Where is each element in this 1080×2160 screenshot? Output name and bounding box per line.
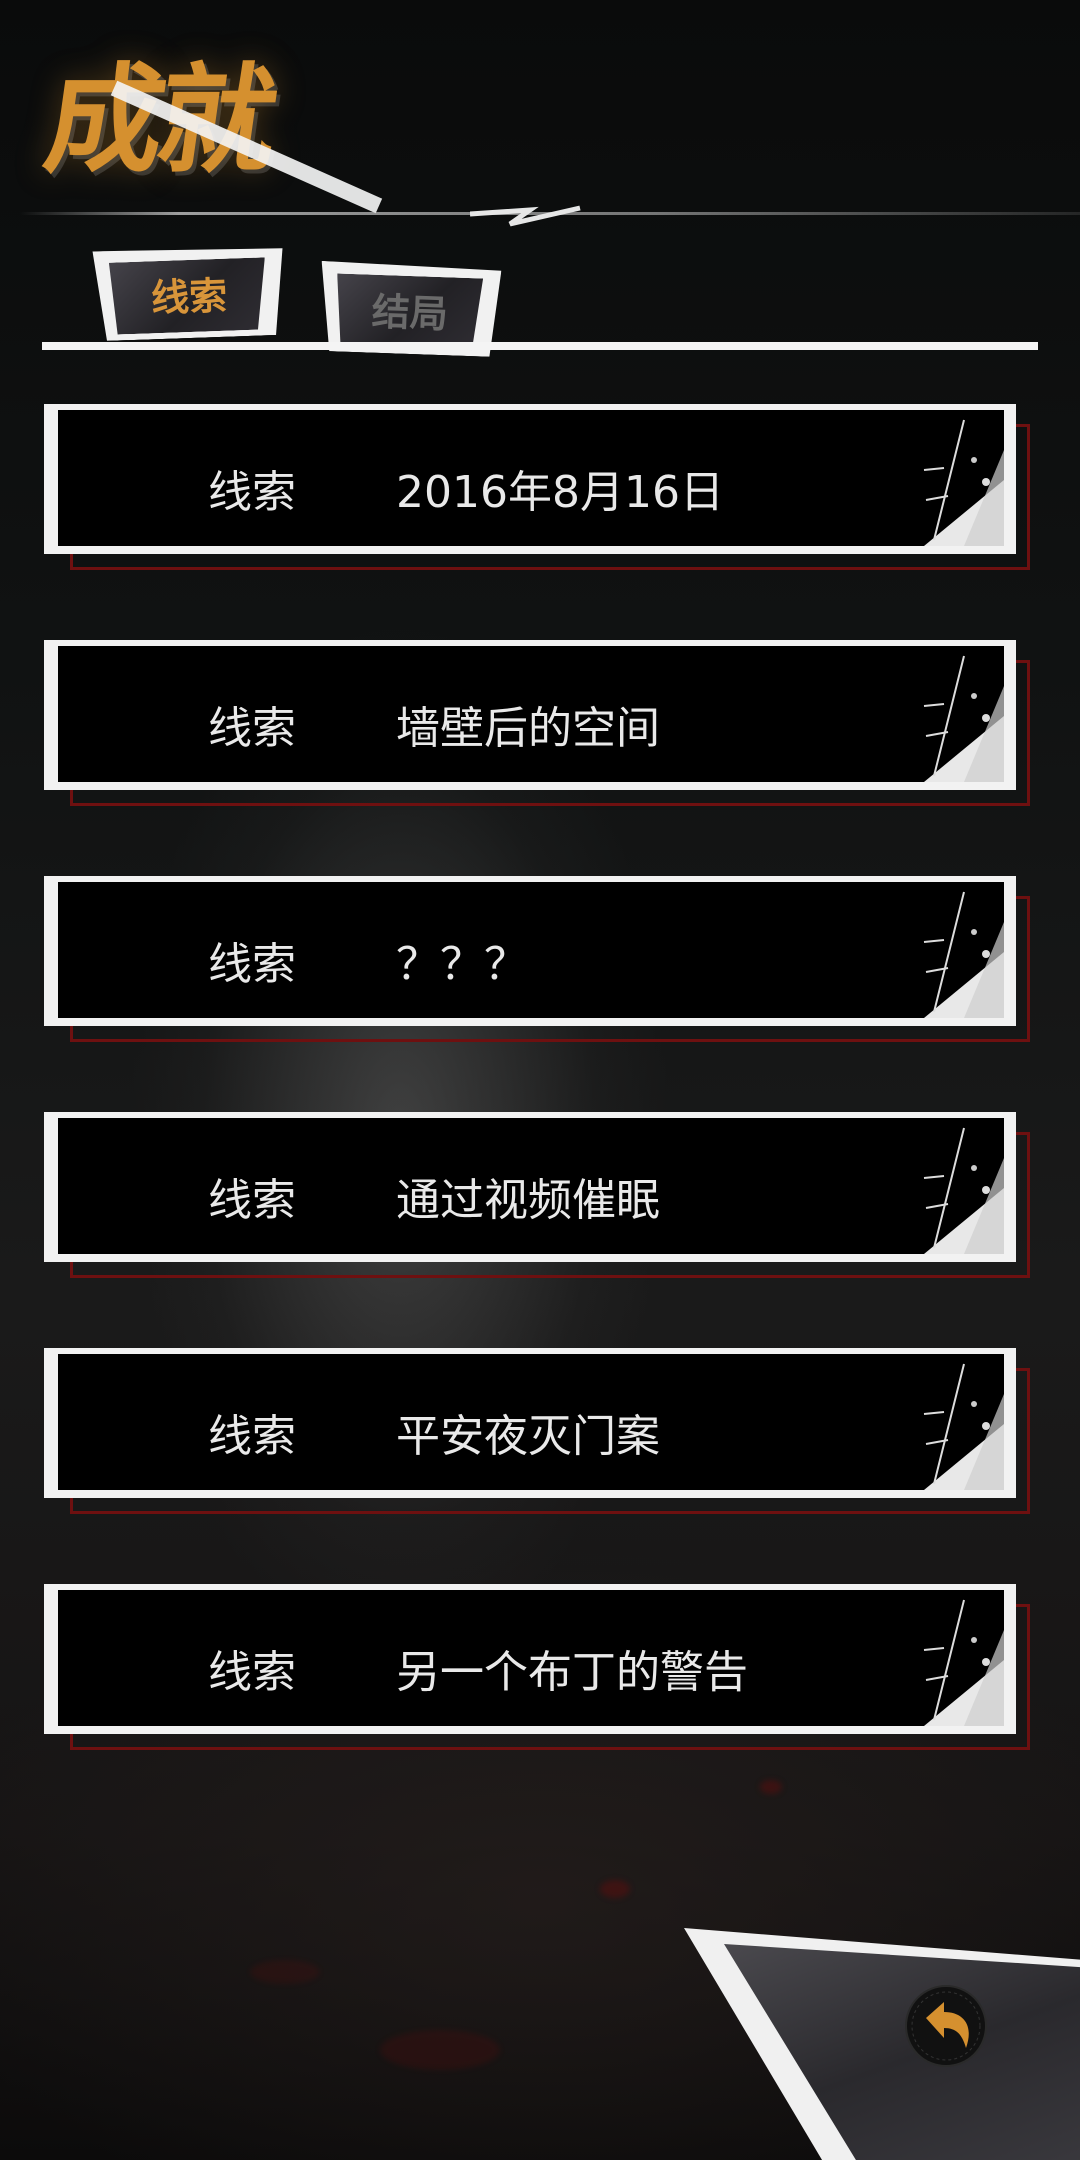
clue-item-card: 线索 墙壁后的空间 [44, 640, 1016, 790]
clue-title: 2016年8月16日 [396, 467, 724, 518]
clue-title: 另一个布丁的警告 [396, 1647, 748, 1698]
clue-item-card: 线索 另一个布丁的警告 [44, 1584, 1016, 1734]
clue-item-inner: 线索 2016年8月16日 [58, 410, 1004, 546]
page-title: 成就 [37, 20, 384, 214]
achievements-screen: 成就 线索 结局 线索 2016年8月16日 线索 墙壁后的空间 线索 ？？？ … [0, 0, 1080, 2160]
grunge-texture-icon [923, 1363, 1004, 1490]
clue-item[interactable]: 线索 墙壁后的空间 [44, 640, 1030, 806]
clue-item-card: 线索 通过视频催眠 [44, 1112, 1016, 1262]
back-button[interactable] [684, 1928, 1080, 2160]
grunge-texture-icon [923, 419, 1004, 546]
clue-tag: 线索 [208, 1411, 296, 1462]
blood-splatter [380, 2030, 500, 2070]
clue-title: 通过视频催眠 [396, 1175, 660, 1226]
clue-item-inner: 线索 ？？？ [58, 882, 1004, 1018]
clue-item-card: 线索 ？？？ [44, 876, 1016, 1026]
clue-tag: 线索 [208, 467, 296, 518]
clue-item-inner: 线索 平安夜灭门案 [58, 1354, 1004, 1490]
clue-item[interactable]: 线索 2016年8月16日 [44, 404, 1030, 570]
back-button-background [724, 1944, 1080, 2160]
clue-item[interactable]: 线索 通过视频催眠 [44, 1112, 1030, 1278]
clue-title: 墙壁后的空间 [396, 703, 660, 754]
lightning-bolt-icon [470, 205, 581, 227]
clue-item-inner: 线索 通过视频催眠 [58, 1118, 1004, 1254]
grunge-texture-icon [923, 655, 1004, 782]
clue-item-inner: 线索 另一个布丁的警告 [58, 1590, 1004, 1726]
grunge-texture-icon [923, 891, 1004, 1018]
tab-underline [42, 342, 1038, 350]
clue-item-card: 线索 平安夜灭门案 [44, 1348, 1016, 1498]
grunge-texture-icon [923, 1599, 1004, 1726]
clue-tag: 线索 [208, 939, 296, 990]
blood-splatter [600, 1880, 630, 1898]
tab-endings-label: 结局 [371, 289, 449, 336]
clue-tag: 线索 [208, 1175, 296, 1226]
blood-splatter [250, 1960, 320, 1984]
clue-item[interactable]: 线索 平安夜灭门案 [44, 1348, 1030, 1514]
clue-item-inner: 线索 墙壁后的空间 [58, 646, 1004, 782]
clue-item[interactable]: 线索 另一个布丁的警告 [44, 1584, 1030, 1750]
clue-tag: 线索 [208, 703, 296, 754]
clue-item-card: 线索 2016年8月16日 [44, 404, 1016, 554]
clue-tag: 线索 [208, 1647, 296, 1698]
tab-clues[interactable]: 线索 [92, 245, 285, 342]
back-arrow-icon[interactable] [904, 1984, 988, 2068]
clue-title: 平安夜灭门案 [396, 1411, 660, 1462]
blood-splatter [760, 1780, 782, 1794]
tab-clues-label: 线索 [150, 273, 228, 320]
clue-title: ？？？ [396, 939, 528, 990]
grunge-texture-icon [923, 1127, 1004, 1254]
clue-item[interactable]: 线索 ？？？ [44, 876, 1030, 1042]
